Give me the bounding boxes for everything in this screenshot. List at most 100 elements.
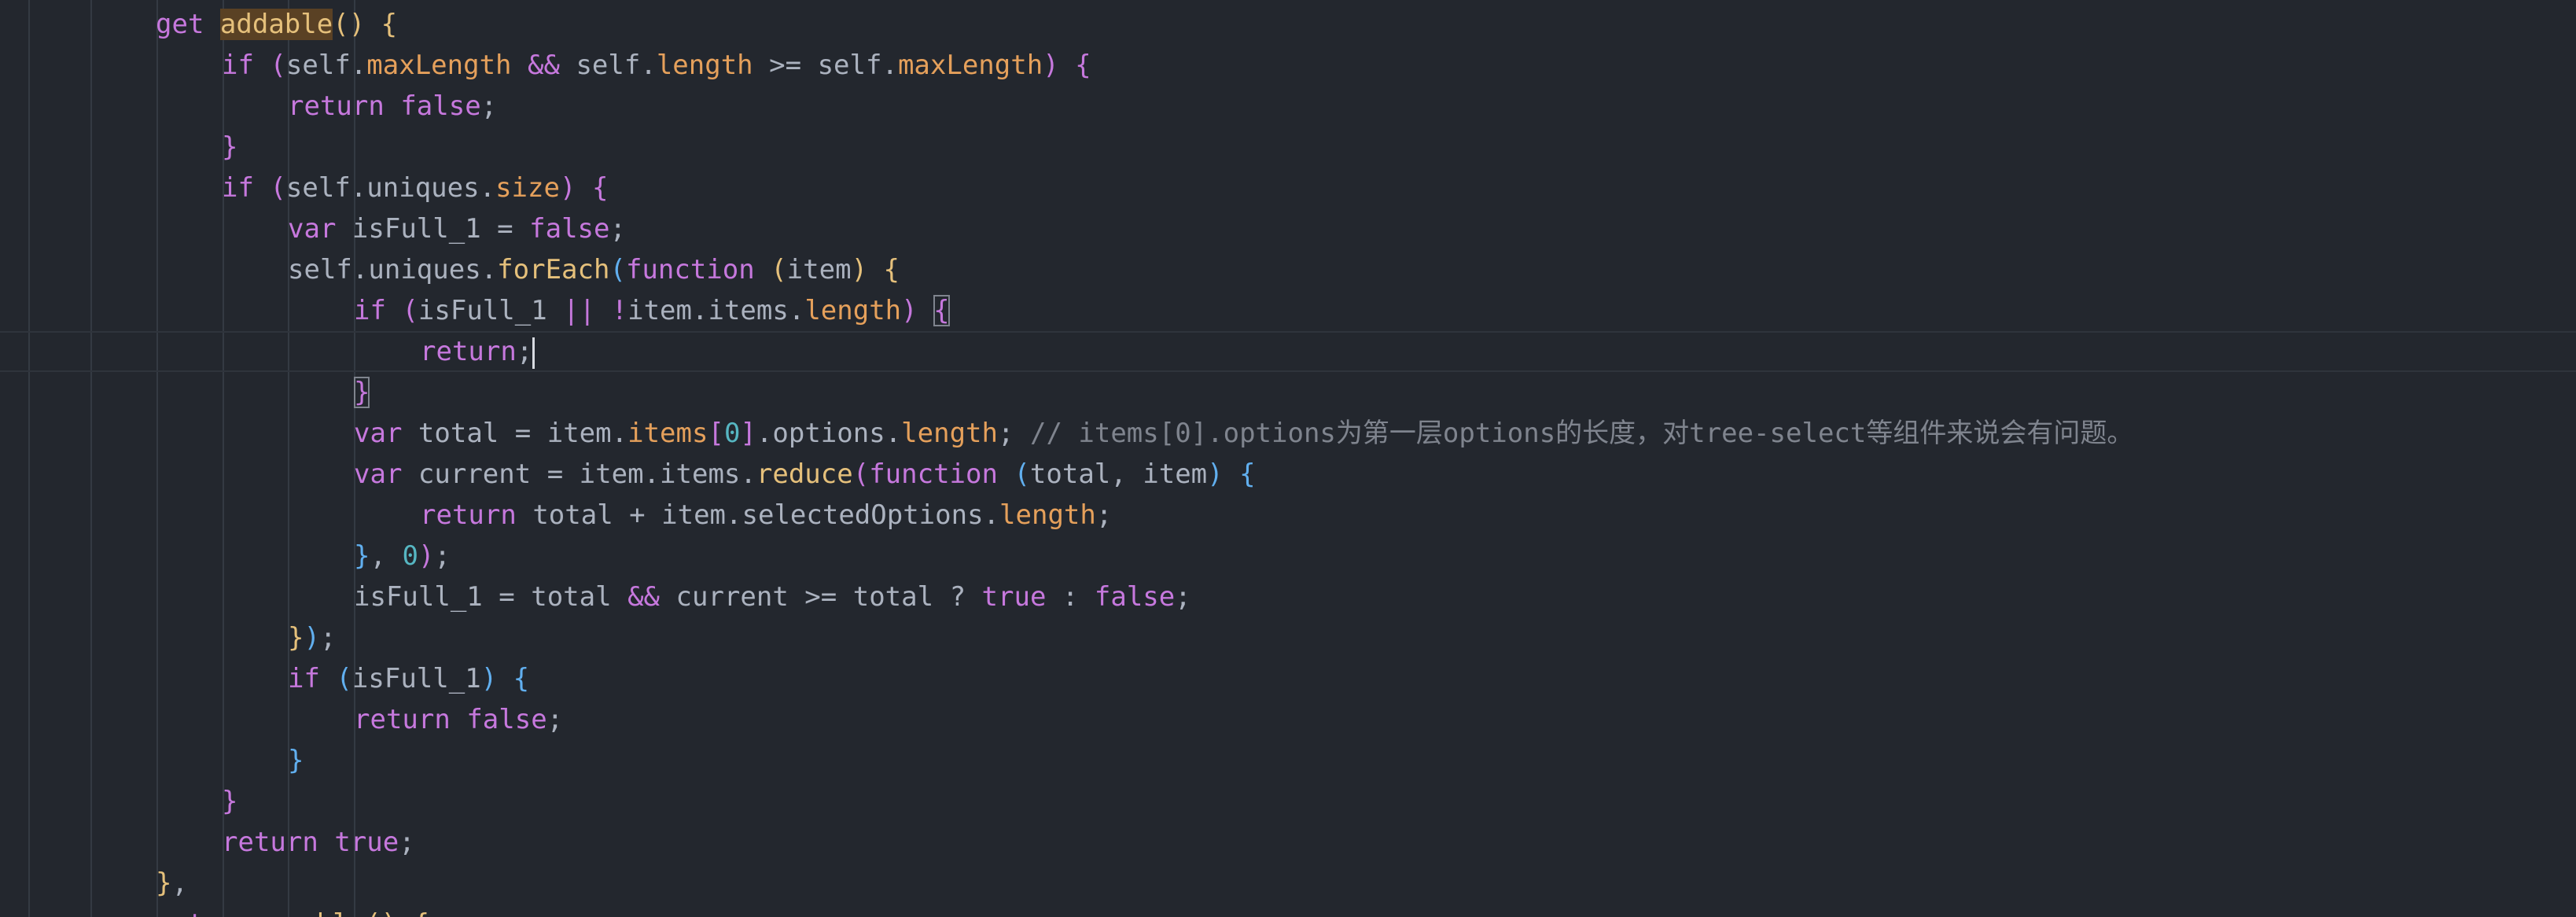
code-token: { [591, 172, 609, 204]
code-token: false [400, 90, 481, 122]
code-token: } [288, 745, 304, 776]
code-token: items [660, 458, 741, 490]
matched-bracket: { [933, 295, 950, 326]
code-token: . [726, 499, 742, 531]
code-token: ( [609, 254, 626, 285]
code-token: var [354, 418, 403, 449]
code-token: ; [1095, 499, 1113, 531]
code-token: var [354, 458, 403, 490]
code-line[interactable]: get addable() { [0, 4, 2576, 45]
code-token: length [656, 50, 753, 81]
matched-bracket: } [354, 377, 370, 408]
code-token: total [1029, 458, 1111, 490]
code-token: ) [1043, 50, 1059, 81]
code-token: selectedOptions [742, 499, 984, 531]
code-line[interactable]: var total = item.items[0].options.length… [0, 413, 2576, 454]
code-token: if [222, 50, 254, 81]
code-token: && [528, 50, 560, 81]
code-token: if [288, 663, 320, 694]
code-line[interactable]: }); [0, 617, 2576, 658]
code-token: 0 [723, 418, 741, 449]
code-line[interactable]: } [0, 740, 2576, 781]
code-token: isFull_1 [351, 213, 481, 245]
code-line-current[interactable]: return; [0, 331, 2576, 372]
code-token: . [611, 418, 628, 449]
code-line[interactable]: return true; [0, 822, 2576, 863]
code-token: return [288, 90, 385, 122]
code-token: . [740, 458, 756, 490]
code-token: ) [348, 9, 366, 40]
code-token: . [480, 254, 498, 285]
code-token: ( [333, 9, 349, 40]
code-token: { [883, 254, 900, 285]
code-line[interactable]: return false; [0, 699, 2576, 740]
code-token: ( [365, 908, 381, 917]
code-token: + [629, 499, 646, 531]
code-token: function [625, 254, 755, 285]
code-line[interactable]: }, 0); [0, 536, 2576, 576]
code-token: false [466, 704, 547, 735]
code-line[interactable]: if (isFull_1) { [0, 658, 2576, 699]
code-line[interactable]: } [0, 781, 2576, 822]
code-token: reduce [756, 458, 853, 490]
code-token: ; [609, 213, 626, 245]
code-token: total [852, 581, 934, 613]
code-token: forEach [497, 254, 610, 285]
code-token: . [643, 458, 661, 490]
code-token: self [817, 50, 882, 81]
code-token: { [513, 663, 530, 694]
code-line[interactable]: return total + item.selectedOptions.leng… [0, 495, 2576, 536]
code-editor[interactable]: get addable() { if (self.maxLength && se… [0, 0, 2576, 917]
code-line[interactable]: var isFull_1 = false; [0, 208, 2576, 249]
code-token: , [1110, 458, 1127, 490]
code-line[interactable]: isFull_1 = total && current >= total ? t… [0, 576, 2576, 617]
code-token: . [640, 50, 657, 81]
code-line[interactable]: }, [0, 863, 2576, 904]
code-token: false [529, 213, 610, 245]
code-line[interactable]: return false; [0, 86, 2576, 127]
code-token: if [354, 295, 386, 326]
code-line[interactable]: if (self.uniques.size) { [0, 168, 2576, 208]
code-token: || [563, 295, 596, 326]
code-token: . [350, 172, 367, 204]
code-token: true [334, 827, 399, 858]
code-token: } [354, 540, 370, 572]
code-token: = [499, 581, 515, 613]
code-token: false [1094, 581, 1176, 613]
code-token: options [772, 418, 885, 449]
code-line[interactable]: get removable() { [0, 904, 2576, 917]
code-token: return [354, 704, 451, 735]
code-line[interactable]: var current = item.items.reduce(function… [0, 454, 2576, 495]
code-token: length [804, 295, 902, 326]
code-line[interactable]: if (isFull_1 || !item.items.length) { [0, 290, 2576, 331]
code-token: ; [1175, 581, 1191, 613]
code-token: ; [546, 704, 564, 735]
code-token: ) [851, 254, 868, 285]
code-token: ] [740, 418, 756, 449]
code-line[interactable]: } [0, 372, 2576, 413]
code-line[interactable]: self.uniques.forEach(function (item) { [0, 249, 2576, 290]
code-line[interactable]: if (self.maxLength && self.length >= sel… [0, 45, 2576, 86]
code-token: { [381, 9, 398, 40]
code-token: ) [901, 295, 918, 326]
code-token: ( [270, 172, 286, 204]
code-line[interactable]: } [0, 127, 2576, 168]
